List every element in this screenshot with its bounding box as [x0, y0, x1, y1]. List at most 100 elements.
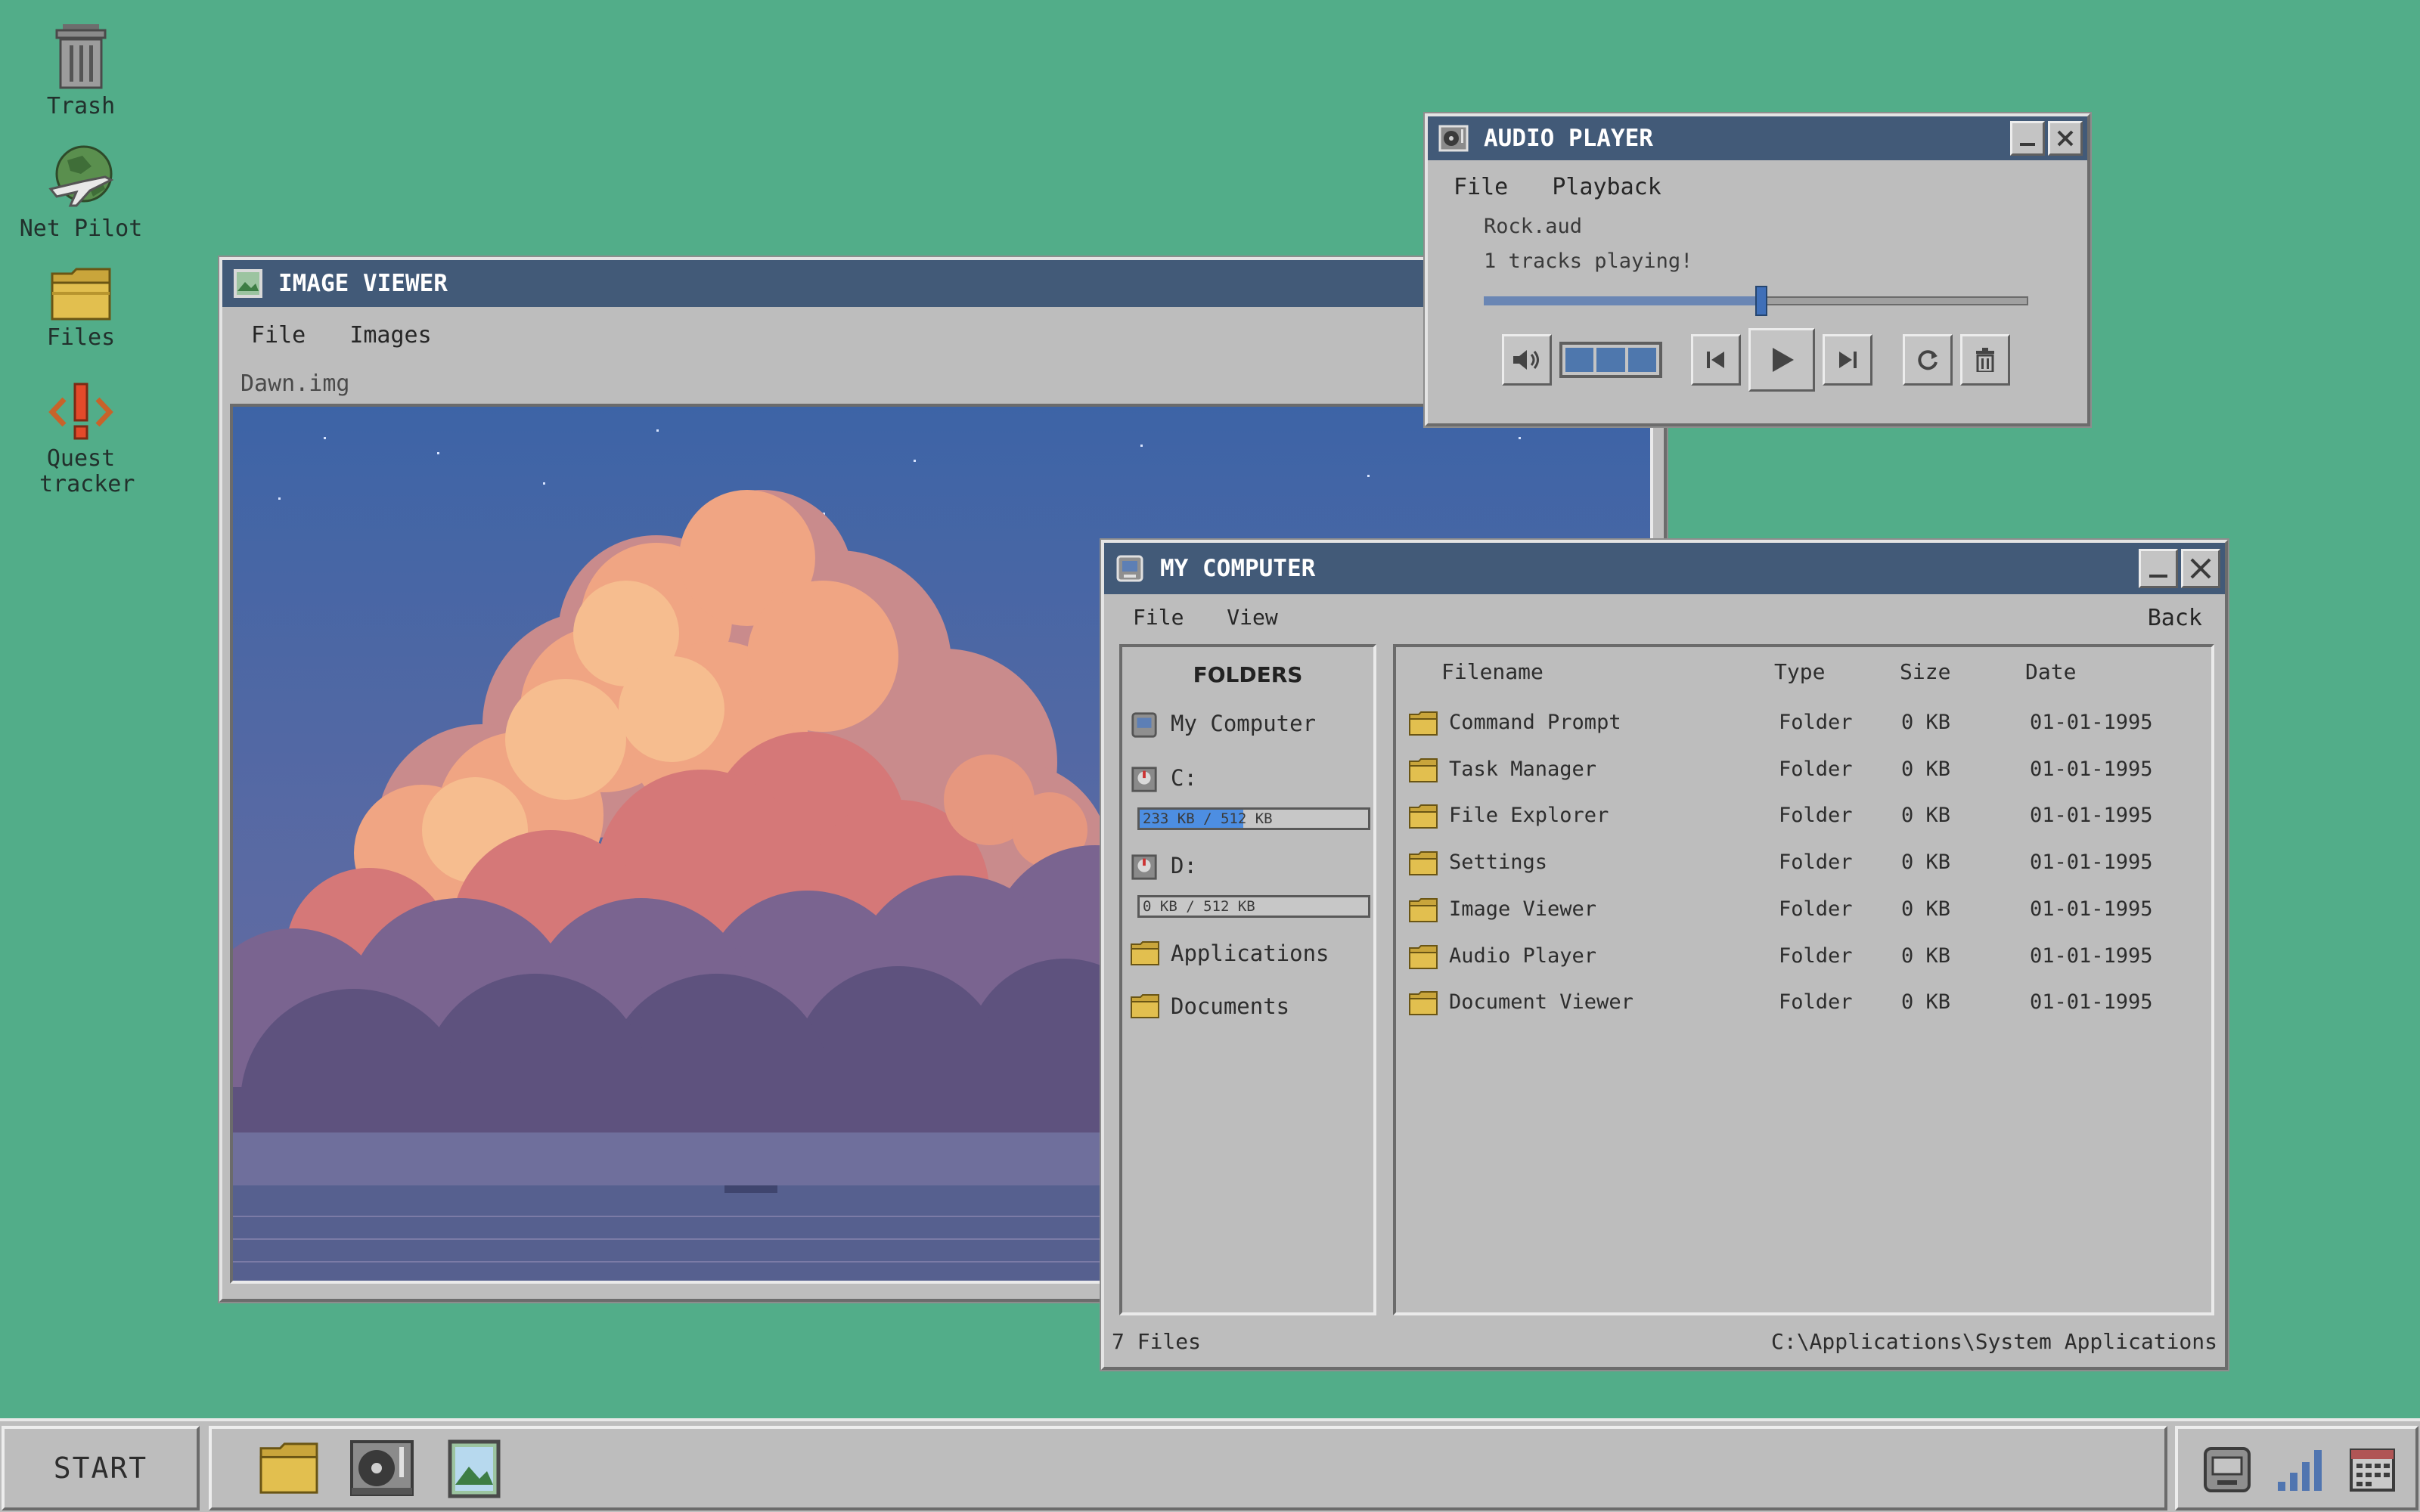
- drive-usage-text: 233 KB / 512 KB: [1143, 810, 1273, 827]
- cell-filename: Task Manager: [1449, 757, 1597, 781]
- taskbar-app-files[interactable]: [257, 1441, 321, 1498]
- cell-date: 01-01-1995: [2030, 711, 2153, 734]
- computer-icon: [2204, 1447, 2251, 1492]
- audio-player-titlebar[interactable]: AUDIO PLAYER: [1428, 116, 2087, 160]
- desktop-icon-label: Net Pilot: [19, 215, 143, 242]
- desktop-icon-net-pilot[interactable]: Net Pilot: [13, 144, 149, 242]
- table-row[interactable]: Document Viewer Folder 0 KB 01-01-1995: [1396, 984, 2211, 1028]
- column-header-date[interactable]: Date: [2025, 659, 2076, 684]
- desktop-icon-quest-tracker[interactable]: Quest tracker: [13, 381, 149, 497]
- menu-images[interactable]: Images: [349, 322, 431, 349]
- taskbar-app-image-viewer[interactable]: [448, 1439, 501, 1501]
- window-title: IMAGE VIEWER: [278, 270, 448, 297]
- close-button[interactable]: [2048, 121, 2083, 156]
- speaker-icon: [1513, 350, 1539, 370]
- sidebar-item-drive-d[interactable]: D:: [1122, 847, 1373, 885]
- start-label: START: [53, 1452, 148, 1485]
- folder-icon: [1409, 758, 1438, 782]
- repeat-button[interactable]: [1903, 334, 1953, 386]
- desktop-icon-trash[interactable]: Trash: [13, 21, 149, 119]
- cell-date: 01-01-1995: [2030, 990, 2153, 1015]
- my-computer-titlebar[interactable]: MY COMPUTER: [1104, 543, 2225, 594]
- table-row[interactable]: Task Manager Folder 0 KB 01-01-1995: [1396, 751, 2211, 795]
- desktop-icon-label: Trash: [46, 93, 116, 119]
- seek-slider[interactable]: [1484, 286, 2028, 316]
- cell-type: Folder: [1779, 943, 1853, 968]
- tray-calendar[interactable]: [2349, 1445, 2396, 1495]
- minimize-button[interactable]: [2139, 549, 2178, 588]
- minimize-button[interactable]: [2010, 121, 2045, 156]
- menu-file[interactable]: File: [251, 322, 306, 349]
- desktop-icon-files[interactable]: Files: [13, 266, 149, 351]
- cell-filename: File Explorer: [1449, 804, 1609, 828]
- tray-network[interactable]: [2276, 1447, 2325, 1495]
- folder-icon: [259, 1442, 318, 1494]
- volume-bar: [1565, 348, 1594, 372]
- menu-view[interactable]: View: [1227, 605, 1277, 630]
- cell-size: 0 KB: [1901, 804, 1951, 828]
- folder-icon: [1409, 944, 1438, 969]
- my-computer-menubar: File View: [1133, 605, 1308, 630]
- cell-size: 0 KB: [1901, 757, 1951, 781]
- my-computer-window[interactable]: MY COMPUTER File View Back FOLDERS My Co…: [1101, 540, 2228, 1370]
- cell-size: 0 KB: [1901, 990, 1951, 1015]
- status-path: C:\Applications\System Applications: [1770, 1329, 2217, 1354]
- volume-bar: [1596, 348, 1625, 372]
- play-button[interactable]: [1748, 328, 1815, 392]
- column-header-type[interactable]: Type: [1774, 659, 1825, 684]
- menu-playback[interactable]: Playback: [1552, 174, 1661, 200]
- seek-thumb[interactable]: [1755, 286, 1768, 316]
- turntable-icon: [350, 1440, 414, 1496]
- delete-track-button[interactable]: [1960, 334, 2010, 386]
- audio-player-window[interactable]: AUDIO PLAYER File Playback Rock.aud 1 tr…: [1425, 113, 2090, 426]
- table-row[interactable]: File Explorer Folder 0 KB 01-01-1995: [1396, 798, 2211, 841]
- table-row[interactable]: Command Prompt Folder 0 KB 01-01-1995: [1396, 705, 2211, 748]
- cell-size: 0 KB: [1901, 711, 1951, 734]
- menu-file[interactable]: File: [1454, 174, 1508, 200]
- signal-strength-icon: [2278, 1450, 2322, 1491]
- sidebar-item-my-computer[interactable]: My Computer: [1122, 705, 1373, 742]
- menu-file[interactable]: File: [1133, 605, 1184, 630]
- sidebar-item-label: C:: [1171, 765, 1197, 791]
- sidebar-item-applications[interactable]: Applications: [1122, 934, 1373, 972]
- folder-icon: [1131, 941, 1159, 965]
- previous-track-button[interactable]: [1691, 334, 1741, 386]
- table-row[interactable]: Settings Folder 0 KB 01-01-1995: [1396, 844, 2211, 888]
- table-row[interactable]: Audio Player Folder 0 KB 01-01-1995: [1396, 938, 2211, 982]
- image-viewer-menubar: File Images: [251, 322, 462, 349]
- playback-status: 1 tracks playing!: [1484, 249, 1693, 273]
- next-track-button[interactable]: [1823, 334, 1872, 386]
- start-button[interactable]: START: [2, 1426, 200, 1510]
- hard-drive-icon: [1131, 767, 1157, 792]
- quest-alert-icon: [48, 383, 113, 440]
- volume-meter[interactable]: [1559, 342, 1662, 378]
- back-button[interactable]: Back: [2148, 605, 2202, 631]
- file-list: Filename Type Size Date Command Prompt Fo…: [1393, 644, 2214, 1315]
- window-title: AUDIO PLAYER: [1484, 125, 1653, 152]
- sidebar-item-documents[interactable]: Documents: [1122, 987, 1373, 1025]
- folders-heading: FOLDERS: [1193, 662, 1303, 687]
- cell-size: 0 KB: [1901, 897, 1951, 921]
- mute-button[interactable]: [1502, 334, 1552, 386]
- cell-filename: Command Prompt: [1449, 711, 1621, 734]
- column-header-size[interactable]: Size: [1900, 659, 1950, 684]
- seek-fill: [1484, 296, 1762, 305]
- cell-type: Folder: [1779, 850, 1853, 875]
- table-row[interactable]: Image Viewer Folder 0 KB 01-01-1995: [1396, 891, 2211, 935]
- cell-size: 0 KB: [1901, 850, 1951, 875]
- close-icon: [2190, 558, 2211, 579]
- taskbar-app-audio-player[interactable]: [349, 1439, 414, 1501]
- cell-filename: Audio Player: [1449, 943, 1597, 968]
- sidebar-item-drive-c[interactable]: C:: [1122, 759, 1373, 797]
- folder-icon: [51, 268, 111, 321]
- tray-my-computer[interactable]: [2202, 1445, 2252, 1497]
- close-button[interactable]: [2181, 549, 2220, 588]
- column-header-filename[interactable]: Filename: [1441, 659, 1544, 684]
- turntable-icon: [1438, 125, 1469, 152]
- folder-icon: [1409, 991, 1438, 1016]
- drive-c-usage-bar: 233 KB / 512 KB: [1137, 807, 1370, 830]
- image-icon: [234, 269, 262, 298]
- sidebar-item-label: My Computer: [1171, 711, 1317, 736]
- desktop-icon-label: Files: [46, 324, 116, 351]
- minimize-icon: [2149, 575, 2167, 578]
